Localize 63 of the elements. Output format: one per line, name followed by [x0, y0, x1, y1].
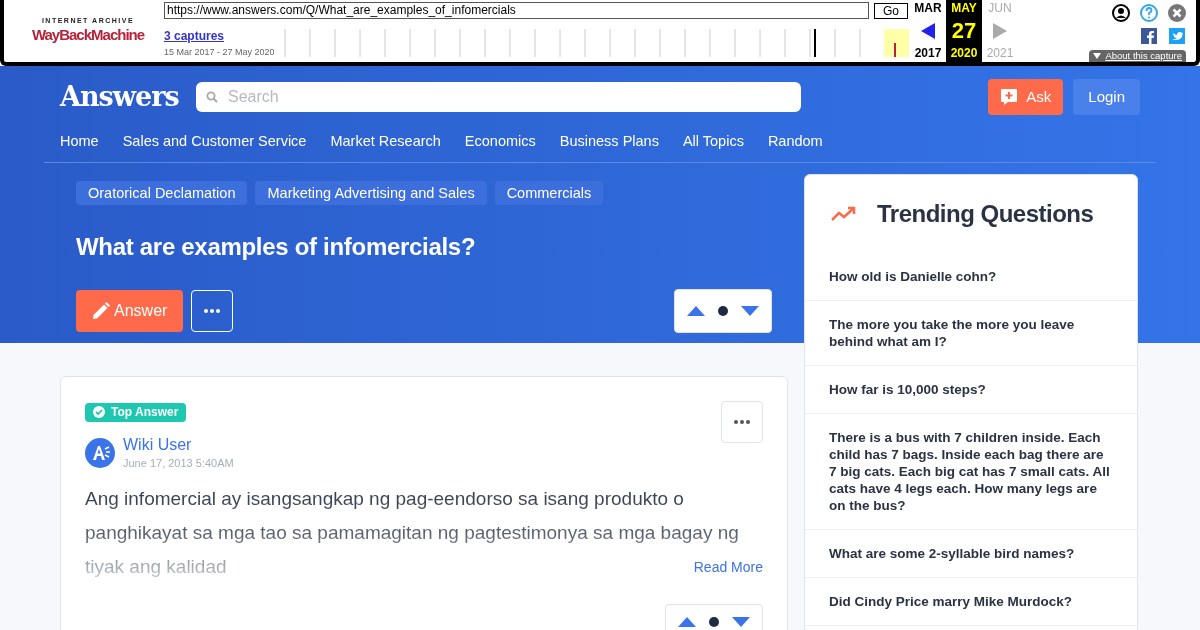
more-button[interactable] — [721, 401, 763, 443]
top-answer-badge: Top Answer — [85, 402, 187, 422]
nav-link[interactable]: Sales and Customer Service — [122, 131, 307, 153]
author-link[interactable]: Wiki User — [123, 435, 234, 455]
answer-date: June 17, 2013 5:40AM — [123, 456, 234, 471]
more-icon — [734, 420, 750, 424]
help-icon[interactable] — [1140, 4, 1158, 22]
topic-tag[interactable]: Marketing Advertising and Sales — [255, 181, 487, 205]
pencil-icon — [92, 302, 110, 320]
upvote-icon[interactable] — [687, 306, 705, 316]
avatar-icon — [85, 438, 115, 469]
year-label: 2021 — [986, 46, 1014, 61]
trending-question[interactable]: Did Cindy Price marry Mike Murdock? — [805, 578, 1137, 626]
nav-link[interactable]: All Topics — [682, 131, 744, 153]
caret-icon — [1093, 53, 1102, 59]
month-column[interactable]: MAR 2017 — [910, 0, 946, 62]
captures-link[interactable]: 3 captures — [164, 29, 284, 44]
dot-icon — [709, 616, 719, 627]
nav-link[interactable]: Business Plans — [559, 131, 659, 153]
trending-question[interactable]: How old is Danielle cohn? — [805, 253, 1137, 301]
month-label: MAR — [914, 1, 942, 16]
url-field[interactable]: https://www.answers.com/Q/What_are_examples_of_infomercials — [164, 2, 869, 19]
facebook-icon[interactable] — [1141, 28, 1157, 44]
question-title: What are examples of infomercials? — [76, 232, 477, 262]
downvote-icon[interactable] — [741, 306, 759, 316]
upvote-icon[interactable] — [678, 616, 696, 627]
nav-link[interactable]: Home — [60, 131, 99, 153]
trending-question[interactable]: What are some 2-syllable bird names? — [805, 530, 1137, 578]
trending-question[interactable]: How far is 10,000 steps? — [805, 366, 1137, 414]
day-label: 27 — [951, 20, 977, 42]
check-icon — [93, 406, 105, 418]
close-icon[interactable] — [1168, 4, 1186, 22]
user-icon[interactable] — [1112, 4, 1130, 22]
search-icon — [206, 91, 218, 103]
month-label: MAY — [951, 1, 977, 16]
downvote-icon[interactable] — [732, 616, 750, 627]
topic-tag[interactable]: Commercials — [494, 181, 604, 205]
nav-link[interactable]: Random — [767, 131, 823, 153]
trending-icon — [831, 206, 857, 222]
previous-arrow-icon[interactable] — [921, 23, 935, 39]
answers-logo[interactable]: Answers — [60, 76, 196, 118]
month-column[interactable]: MAY 27 2020 — [946, 0, 982, 62]
nav-link[interactable]: Market Research — [330, 131, 441, 153]
trending-title: Trending Questions — [877, 199, 1094, 229]
wayback-logo[interactable]: WayBackMachine — [31, 26, 145, 45]
month-label: JUN — [988, 1, 1012, 16]
topic-tag[interactable]: Oratorical Declamation — [76, 181, 248, 205]
twitter-icon[interactable] — [1169, 28, 1185, 44]
about-capture-button[interactable]: About this capture — [1089, 50, 1186, 62]
read-more-link[interactable]: Read More — [693, 556, 763, 578]
trending-question[interactable]: The more you take the more you leave behind what am I? — [805, 301, 1137, 366]
add-icon — [1000, 88, 1019, 106]
login-button[interactable]: Login — [1073, 79, 1140, 115]
nav-link[interactable]: Economics — [464, 131, 536, 153]
year-label: 2017 — [914, 46, 942, 61]
capture-range: 15 Mar 2017 - 27 May 2020 — [164, 46, 276, 59]
year-label: 2020 — [950, 46, 978, 61]
dot-icon — [718, 306, 728, 316]
search-field[interactable]: Search — [196, 82, 801, 112]
trending-question[interactable]: There is a bus with 7 children inside. Each child has 7 bags. Inside each bag there are 7 big cats. Each big cat has 7 small cats. All cats have 4 legs each. How many legs are on the bus? — [805, 414, 1137, 530]
go-button[interactable]: Go — [874, 2, 908, 19]
next-arrow-icon[interactable] — [993, 23, 1007, 39]
more-icon — [204, 309, 221, 313]
